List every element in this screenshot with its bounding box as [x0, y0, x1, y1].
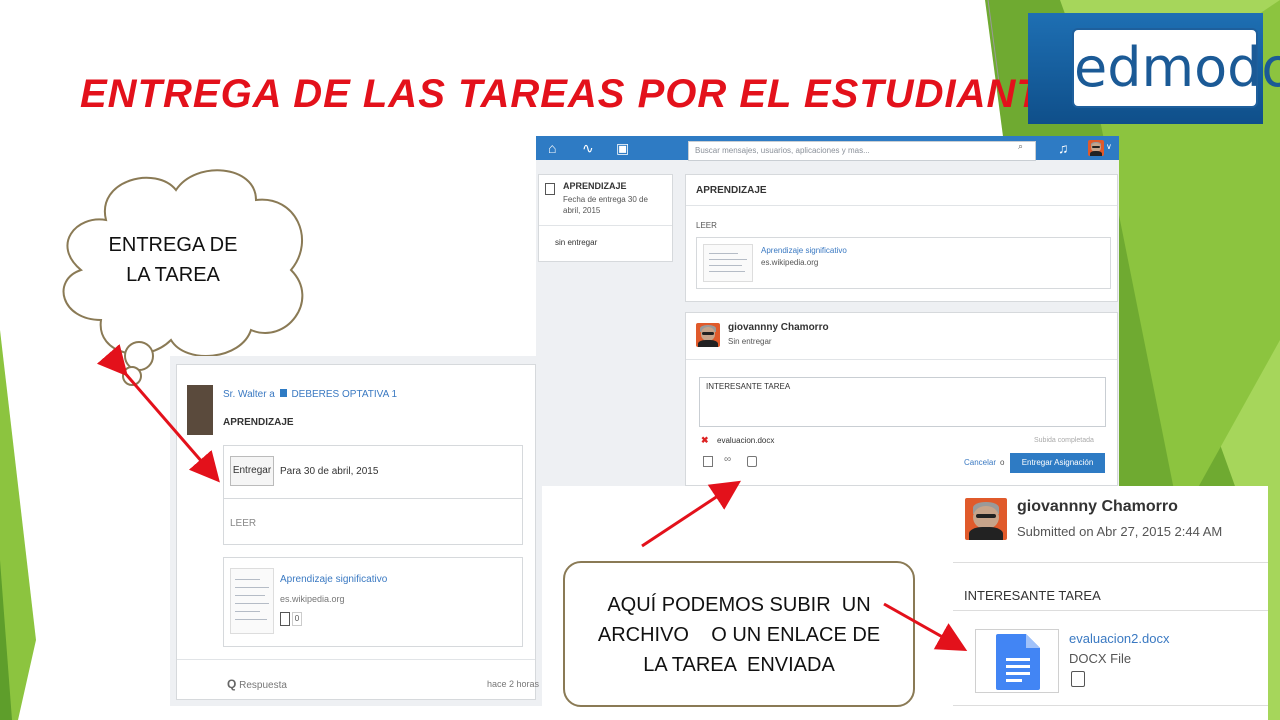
link-title[interactable]: Aprendizaje significativo — [280, 574, 387, 585]
search-input[interactable]: Buscar mensajes, usuarios, aplicaciones … — [688, 141, 1036, 161]
link-count: 0 — [292, 612, 302, 626]
callout-line-1: AQUÍ PODEMOS SUBIR UN — [607, 594, 871, 616]
submitted-date: Submitted on Abr 27, 2015 2:44 AM — [1017, 524, 1223, 539]
edmodo-assignment-screenshot: ⌂ ∿ ▣ Buscar mensajes, usuarios, aplicac… — [536, 136, 1119, 486]
logo-badge: edmodo — [1072, 28, 1280, 108]
student-avatar-large — [965, 498, 1007, 540]
stream-post-card: Sr. Walter a DEBERES OPTATIVA 1 APRENDIZ… — [176, 364, 540, 700]
edmodo-logo: edmodo — [1028, 13, 1280, 124]
cloud-label: ENTREGA DE LA TAREA — [96, 230, 250, 290]
cloud-line-2: LA TAREA — [126, 264, 220, 286]
group-link[interactable]: DEBERES OPTATIVA 1 — [291, 389, 397, 400]
post-author[interactable]: Sr. Walter a — [223, 389, 275, 400]
sidebar-assignment-card: APRENDIZAJE Fecha de entrega 30 de abril… — [538, 174, 673, 262]
preview-icon[interactable] — [1071, 671, 1085, 687]
link-domain: es.wikipedia.org — [761, 258, 819, 267]
sidebar-title[interactable]: APRENDIZAJE — [563, 181, 627, 191]
teacher-divider — [953, 562, 1268, 563]
teacher-submission-panel: giovannny Chamorro Submitted on Abr 27, … — [953, 486, 1268, 720]
library-icon[interactable] — [747, 456, 757, 467]
home-icon[interactable]: ⌂ — [548, 140, 556, 156]
assignment-detail-card: APRENDIZAJE LEER Aprendizaje significati… — [685, 174, 1118, 302]
read-label: LEER — [696, 221, 717, 230]
student-name: giovannny Chamorro — [728, 322, 829, 333]
cancel-link[interactable]: Cancelar — [964, 458, 996, 467]
reply-icon: Q — [227, 677, 237, 691]
link-attachment[interactable]: Aprendizaje significativo es.wikipedia.o… — [696, 237, 1111, 289]
link-thumbnail — [230, 568, 274, 634]
student-avatar — [696, 323, 720, 347]
logo-text: edmodo — [1074, 36, 1280, 99]
entregar-button[interactable]: Entregar — [230, 456, 274, 486]
sidebar-status[interactable]: sin entregar — [555, 238, 597, 247]
attach-file-icon[interactable] — [703, 456, 713, 467]
footer-divider — [177, 659, 535, 660]
submit-assignment-button[interactable]: Entregar Asignación — [1010, 453, 1105, 473]
divider — [224, 498, 522, 499]
callout-label: AQUÍ PODEMOS SUBIR UN ARCHIVO O UN ENLAC… — [575, 590, 903, 680]
file-type: DOCX File — [1069, 651, 1132, 666]
sidebar-divider — [539, 225, 672, 226]
or-label: o — [1000, 458, 1005, 467]
submission-divider — [686, 359, 1117, 360]
link-attachment-card[interactable]: Aprendizaje significativo es.wikipedia.o… — [223, 557, 523, 647]
group-icon — [279, 389, 287, 397]
read-label: LEER — [230, 518, 257, 529]
callout-line-2: ARCHIVO O UN ENLACE DE — [597, 624, 881, 646]
post-header: Sr. Walter a DEBERES OPTATIVA 1 — [223, 389, 397, 400]
link-thumbnail — [703, 244, 753, 282]
chevron-down-icon[interactable]: ∨ — [1106, 142, 1112, 151]
assignment-box: Entregar Para 30 de abril, 2015 LEER — [223, 445, 523, 545]
upload-status: Subida completada — [1034, 437, 1094, 444]
sidebar-due-line-2: abril, 2015 — [563, 206, 601, 215]
teacher-avatar — [187, 385, 213, 435]
reply-action[interactable]: Q Respuesta — [227, 677, 287, 691]
submission-card: giovannny Chamorro Sin entregar INTERESA… — [685, 312, 1118, 486]
slide-title: ENTREGA DE LAS TAREAS POR EL ESTUDIANTE — [80, 72, 1070, 116]
comment-textarea[interactable]: INTERESANTE TAREA — [699, 377, 1106, 427]
user-avatar[interactable] — [1088, 140, 1104, 156]
cloud-bubble-large — [124, 341, 154, 371]
comment-text: INTERESANTE TAREA — [964, 588, 1101, 603]
save-icon[interactable] — [280, 612, 290, 626]
cloud-line-1: ENTREGA DE — [108, 234, 238, 256]
file-attachment[interactable]: evaluacion2.docx DOCX File — [953, 610, 1268, 706]
link-icon[interactable]: ∞ — [724, 454, 731, 465]
due-date: Para 30 de abril, 2015 — [280, 466, 379, 477]
bell-icon[interactable]: ♫ — [1058, 140, 1069, 156]
file-thumbnail — [975, 629, 1059, 693]
reply-label: Respuesta — [239, 680, 287, 691]
student-name: giovannny Chamorro — [1017, 498, 1178, 515]
docx-file-icon — [996, 634, 1040, 690]
sidebar-due-line-1: Fecha de entrega 30 de — [563, 195, 648, 204]
top-navbar: ⌂ ∿ ▣ Buscar mensajes, usuarios, aplicac… — [536, 136, 1119, 161]
post-assignment-title: APRENDIZAJE — [223, 417, 294, 428]
file-name: evaluacion.docx — [717, 436, 775, 445]
assignment-heading: APRENDIZAJE — [696, 185, 767, 196]
heading-divider — [686, 205, 1117, 206]
student-status: Sin entregar — [728, 337, 772, 346]
backpack-icon[interactable]: ▣ — [616, 140, 629, 157]
file-link[interactable]: evaluacion2.docx — [1069, 631, 1169, 646]
callout-line-3: LA TAREA ENVIADA — [643, 654, 835, 676]
cloud-bubble-small — [122, 366, 142, 386]
remove-file-icon[interactable]: ✖ — [701, 435, 709, 446]
link-domain: es.wikipedia.org — [280, 594, 345, 604]
student-stream-screenshot: Sr. Walter a DEBERES OPTATIVA 1 APRENDIZ… — [170, 356, 542, 706]
post-time: hace 2 horas — [487, 679, 540, 689]
document-icon — [545, 183, 555, 195]
activity-icon[interactable]: ∿ — [582, 140, 594, 157]
link-title[interactable]: Aprendizaje significativo — [761, 246, 847, 255]
search-icon[interactable]: ⌕ — [1018, 141, 1023, 152]
